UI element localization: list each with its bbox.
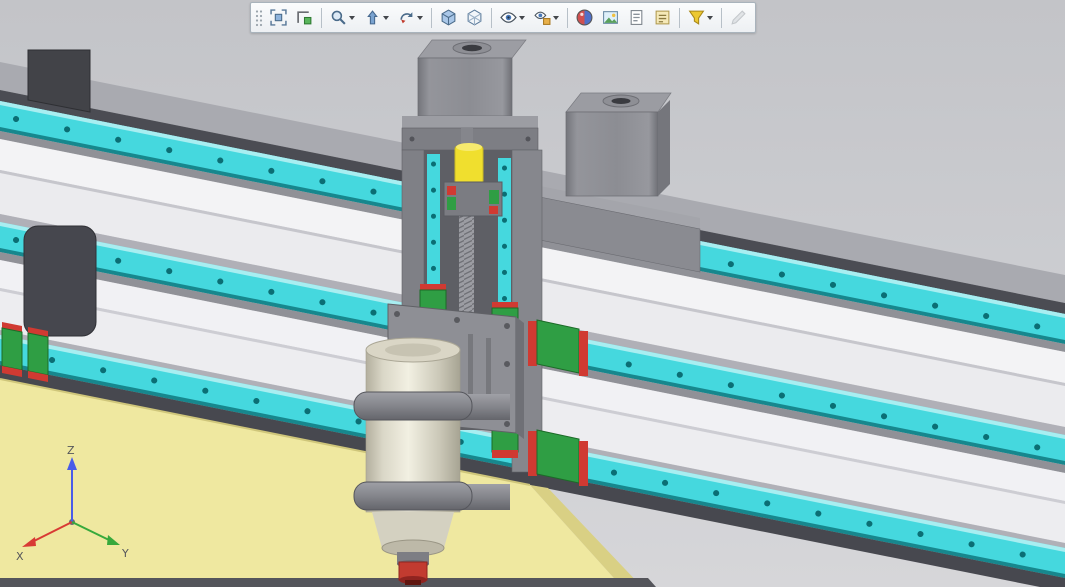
- filter-graphics-button[interactable]: [684, 6, 717, 30]
- toolbar-separator: [567, 8, 568, 28]
- y-axis-label: Y: [121, 547, 129, 560]
- drag-dots-icon: [255, 9, 263, 27]
- table-front-frame: [0, 578, 656, 587]
- motor-body[interactable]: [418, 58, 512, 116]
- 3d-viewport[interactable]: Z X Y: [0, 0, 1065, 587]
- bearing-clamp: [489, 206, 498, 214]
- motor-mount-plate-top: [402, 116, 538, 128]
- toolbar-separator: [431, 8, 432, 28]
- annotation-views-button[interactable]: [650, 6, 675, 30]
- plate-side-face: [516, 317, 524, 439]
- x-axis-motor[interactable]: [566, 93, 671, 196]
- motor-side-face: [658, 100, 670, 196]
- zoom-to-fit-icon: [270, 9, 287, 26]
- x-axis-label: X: [16, 550, 24, 563]
- view-orientation-button[interactable]: [394, 6, 427, 30]
- toolbar-drag-handle[interactable]: [255, 9, 265, 27]
- magnifier-icon: [330, 9, 347, 26]
- plate-slot: [468, 334, 473, 404]
- carriage-block[interactable]: [537, 320, 579, 373]
- x-axis: [34, 522, 72, 541]
- rotate-view-icon: [398, 9, 415, 26]
- dropdown-caret-icon: [349, 16, 355, 20]
- previous-view-button[interactable]: [360, 6, 393, 30]
- x-axis-arrowhead: [22, 537, 36, 547]
- annotation-note-icon: [654, 9, 671, 26]
- zoom-to-area-icon: [296, 9, 313, 26]
- motor-body-lower[interactable]: [24, 226, 96, 336]
- bolt: [410, 137, 415, 142]
- coupler-top: [456, 143, 482, 151]
- spindle-top-inner: [385, 344, 441, 357]
- bearing-clamp: [447, 186, 456, 195]
- pencil-icon: [730, 9, 747, 26]
- motor-shaft-hole: [612, 98, 631, 104]
- carriage-block[interactable]: [28, 333, 48, 375]
- zoom-to-fit-button[interactable]: [266, 6, 291, 30]
- z-axis-label: Z: [67, 444, 75, 457]
- bolt: [526, 137, 531, 142]
- appearance-ball-icon: [576, 9, 593, 26]
- eye-icon: [500, 9, 517, 26]
- arrow-up-icon: [364, 9, 381, 26]
- view-settings-button[interactable]: [624, 6, 649, 30]
- heads-up-toolbar: [250, 2, 756, 33]
- toolbar-separator: [679, 8, 680, 28]
- settings-document-icon: [628, 9, 645, 26]
- carriage-clamp: [528, 431, 537, 476]
- display-style-shaded-button[interactable]: [436, 6, 461, 30]
- dropdown-caret-icon: [383, 16, 389, 20]
- dropdown-caret-icon: [553, 16, 559, 20]
- spindle-clamp-ring[interactable]: [354, 392, 472, 420]
- bearing-carriage: [489, 190, 499, 204]
- edit-appearance-button[interactable]: [572, 6, 597, 30]
- y-axis: [72, 522, 109, 540]
- instant-3d-button[interactable]: [726, 6, 751, 30]
- zoom-to-area-button[interactable]: [292, 6, 317, 30]
- motor-body[interactable]: [566, 112, 658, 196]
- cnc-machine-model[interactable]: [0, 0, 1065, 587]
- funnel-icon: [688, 9, 705, 26]
- spindle-clamp-ring[interactable]: [354, 482, 472, 510]
- carriage-clamp: [492, 450, 518, 458]
- tool-tip: [405, 580, 421, 585]
- carriage-clamp: [579, 331, 588, 376]
- carriage-block[interactable]: [537, 430, 579, 483]
- toolbar-separator: [721, 8, 722, 28]
- shaded-cube-icon: [440, 9, 457, 26]
- display-style-button[interactable]: [462, 6, 487, 30]
- orientation-triad: Z X Y: [8, 444, 140, 576]
- zoom-tools-button[interactable]: [326, 6, 359, 30]
- eye-box-icon: [534, 9, 551, 26]
- bearing-carriage: [447, 197, 456, 210]
- toolbar-separator: [321, 8, 322, 28]
- dropdown-caret-icon: [519, 16, 525, 20]
- z-axis-arrowhead: [67, 457, 77, 470]
- dropdown-caret-icon: [417, 16, 423, 20]
- hide-show-items-button[interactable]: [496, 6, 529, 30]
- carriage-clamp: [579, 441, 588, 486]
- carriage-block[interactable]: [2, 328, 22, 370]
- apply-scene-button[interactable]: [598, 6, 623, 30]
- scene-photo-icon: [602, 9, 619, 26]
- carriage-clamp: [528, 321, 537, 366]
- view-visibility-button[interactable]: [530, 6, 563, 30]
- motor-shaft-hole: [462, 45, 482, 51]
- wireframe-cube-icon: [466, 9, 483, 26]
- y-axis-arrowhead: [107, 535, 120, 545]
- toolbar-separator: [491, 8, 492, 28]
- shaft-coupler[interactable]: [455, 146, 483, 184]
- dropdown-caret-icon: [707, 16, 713, 20]
